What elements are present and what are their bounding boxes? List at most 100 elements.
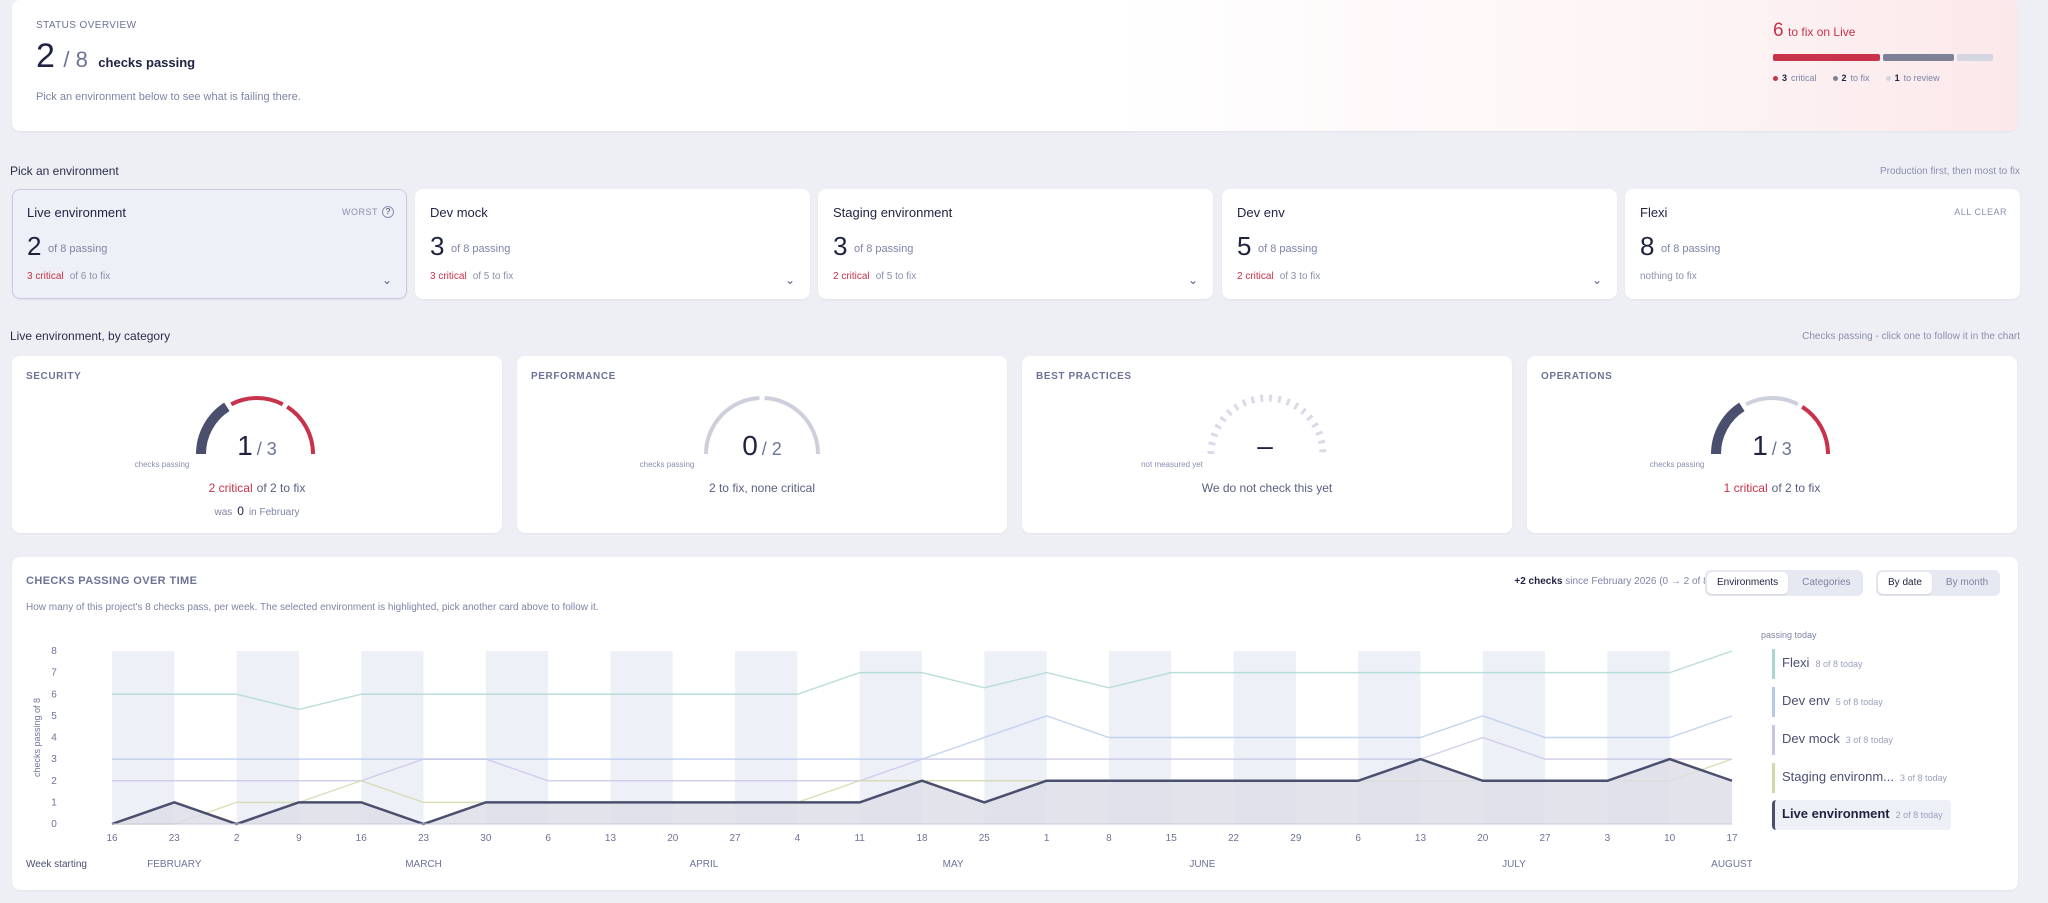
month-label: AUGUST [1711,859,1752,867]
category-critical: 2 critical [208,481,253,495]
fix-text: to fix on Live [1788,25,1856,39]
gauge-value: – [1022,430,1512,462]
status-overview: STATUS OVERVIEW 2 / 8 checks passing Pic… [12,0,2018,131]
legend-name: Staging environm... [1782,769,1895,784]
x-tick-label: 29 [1290,833,1302,844]
month-label: JUNE [1189,859,1215,867]
legend-today: 8 of 8 today [1815,659,1863,669]
legend-dot-icon [1885,75,1891,81]
legend-item[interactable]: Staging environm... 3 of 8 today [1772,763,1947,793]
x-tick-label: 13 [605,833,617,844]
y-tick-label: 7 [51,668,57,679]
env-card-5[interactable]: Flexi ALL CLEAR 8 of 8 passing nothing to fi… [1625,189,2020,299]
env-sort-note: Production first, then most to fix [1879,166,2020,177]
fix-legend-label: critical [1791,73,1817,83]
env-passing: 5 [1237,231,1252,261]
category-rest: of 2 to fix [256,481,306,495]
month-label: MARCH [405,859,442,867]
env-card-4[interactable]: Dev env 5 of 8 passing 2 critical of 3 to fi… [1222,189,1617,299]
legend-item[interactable]: Dev env 5 of 8 today [1772,687,1883,717]
y-tick-label: 3 [51,754,57,765]
env-card-1[interactable]: Live environment WORST? 2 of 8 passing 3 cri… [12,189,407,299]
time-toggle: By date By month [1876,570,2001,596]
legend-today: 3 of 8 today [1845,735,1893,745]
x-tick-label: 23 [418,833,430,844]
chevron-down-icon[interactable]: ⌄ [1592,273,1602,287]
gauge-number: 1 [237,430,253,461]
category-label: SECURITY [26,371,82,382]
x-tick-label: 6 [1355,833,1361,844]
toggle-categories[interactable]: Categories [1792,572,1860,594]
x-tick-label: 18 [916,833,928,844]
x-tick-label: 23 [169,833,181,844]
gauge-number: 1 [1752,430,1768,461]
passing-value: 2 [36,37,55,75]
x-tick-label: 2 [234,833,240,844]
x-tick-label: 25 [979,833,991,844]
env-card-2[interactable]: Dev mock 3 of 8 passing 3 critical of 5 to f… [415,189,810,299]
was-pre: was [214,507,233,518]
env-rest: of 3 to fix [1279,271,1321,282]
gauge-caption: checks passing [1649,460,1705,469]
category-card-1[interactable]: SECURITY 1/ 3 checks passing 2 critical of 2… [12,356,502,533]
gauge-value: 1/ 3 [12,430,502,462]
fix-bar-segment [1957,54,1993,61]
category-note: Checks passing - click one to follow it … [1802,331,2020,342]
status-passing-count: 2 / 8 checks passing [36,37,195,76]
env-critical: 2 critical [1237,271,1274,282]
fix-progress-bar [1773,54,1993,61]
category-critical: 1 critical [1723,481,1768,495]
x-tick-label: 4 [795,833,801,844]
env-rest: of 6 to fix [69,271,111,282]
gauge-total: / 2 [761,439,782,459]
category-fix-summary: 2 to fix, none critical [517,481,1007,495]
x-tick-label: 6 [545,833,551,844]
month-label: FEBRUARY [147,859,202,867]
legend-item[interactable]: Live environment 2 of 8 today [1772,800,1951,830]
env-of: of 8 passing [1258,243,1318,255]
env-critical: 3 critical [430,271,467,282]
legend-item[interactable]: Flexi 8 of 8 today [1772,649,1863,679]
chevron-down-icon[interactable]: ⌄ [1188,273,1198,287]
x-tick-label: 27 [1540,833,1552,844]
chevron-down-icon[interactable]: ⌄ [785,273,795,287]
category-card-2[interactable]: PERFORMANCE 0/ 2 checks passing 2 to fix, n… [517,356,1007,533]
env-section-title: Pick an environment [10,164,119,178]
x-tick-label: 27 [730,833,742,844]
help-icon[interactable]: ? [382,206,394,218]
gauge-value: 1/ 3 [1527,430,2017,462]
x-tick-label: 9 [296,833,302,844]
env-summary: nothing to fix [1640,271,1697,282]
category-rest: 2 to fix, none critical [708,481,816,495]
legend-name: Flexi [1782,655,1810,670]
fix-legend-item: 2 to fix [1832,73,1870,83]
y-tick-label: 1 [51,797,57,808]
month-label: APRIL [689,859,718,867]
week-band [361,651,424,824]
legend-item[interactable]: Dev mock 3 of 8 today [1772,725,1893,755]
x-tick-label: 20 [667,833,679,844]
fix-count: 6 [1773,20,1784,41]
env-passing: 8 [1640,231,1655,261]
env-of: of 8 passing [451,243,511,255]
legend-name: Dev env [1782,693,1830,708]
chevron-down-icon[interactable]: ⌄ [382,273,392,287]
toggle-by-date[interactable]: By date [1878,572,1932,594]
category-label: PERFORMANCE [531,371,616,382]
env-summary: 2 critical of 3 to fix [1237,271,1320,282]
category-fix-summary: We do not check this yet [1022,481,1512,495]
fix-legend-label: to fix [1850,73,1870,83]
fix-bar-segment [1773,54,1880,61]
gauge-value: 0/ 2 [517,430,1007,462]
env-summary: 3 critical of 6 to fix [27,271,110,282]
env-card-3[interactable]: Staging environment 3 of 8 passing 2 critic… [818,189,1213,299]
category-card-4[interactable]: OPERATIONS 1/ 3 checks passing 1 critical of… [1527,356,2017,533]
category-card-3[interactable]: BEST PRACTICES – not measured yet We do not… [1022,356,1512,533]
category-rest: We do not check this yet [1201,481,1333,495]
toggle-by-month[interactable]: By month [1936,572,1998,594]
env-tag: WORST [342,207,378,217]
env-name: Live environment [27,205,126,220]
category-fix-summary: 1 critical of 2 to fix [1527,481,2017,495]
x-tick-label: 3 [1605,833,1611,844]
passing-text: checks passing [98,55,196,70]
